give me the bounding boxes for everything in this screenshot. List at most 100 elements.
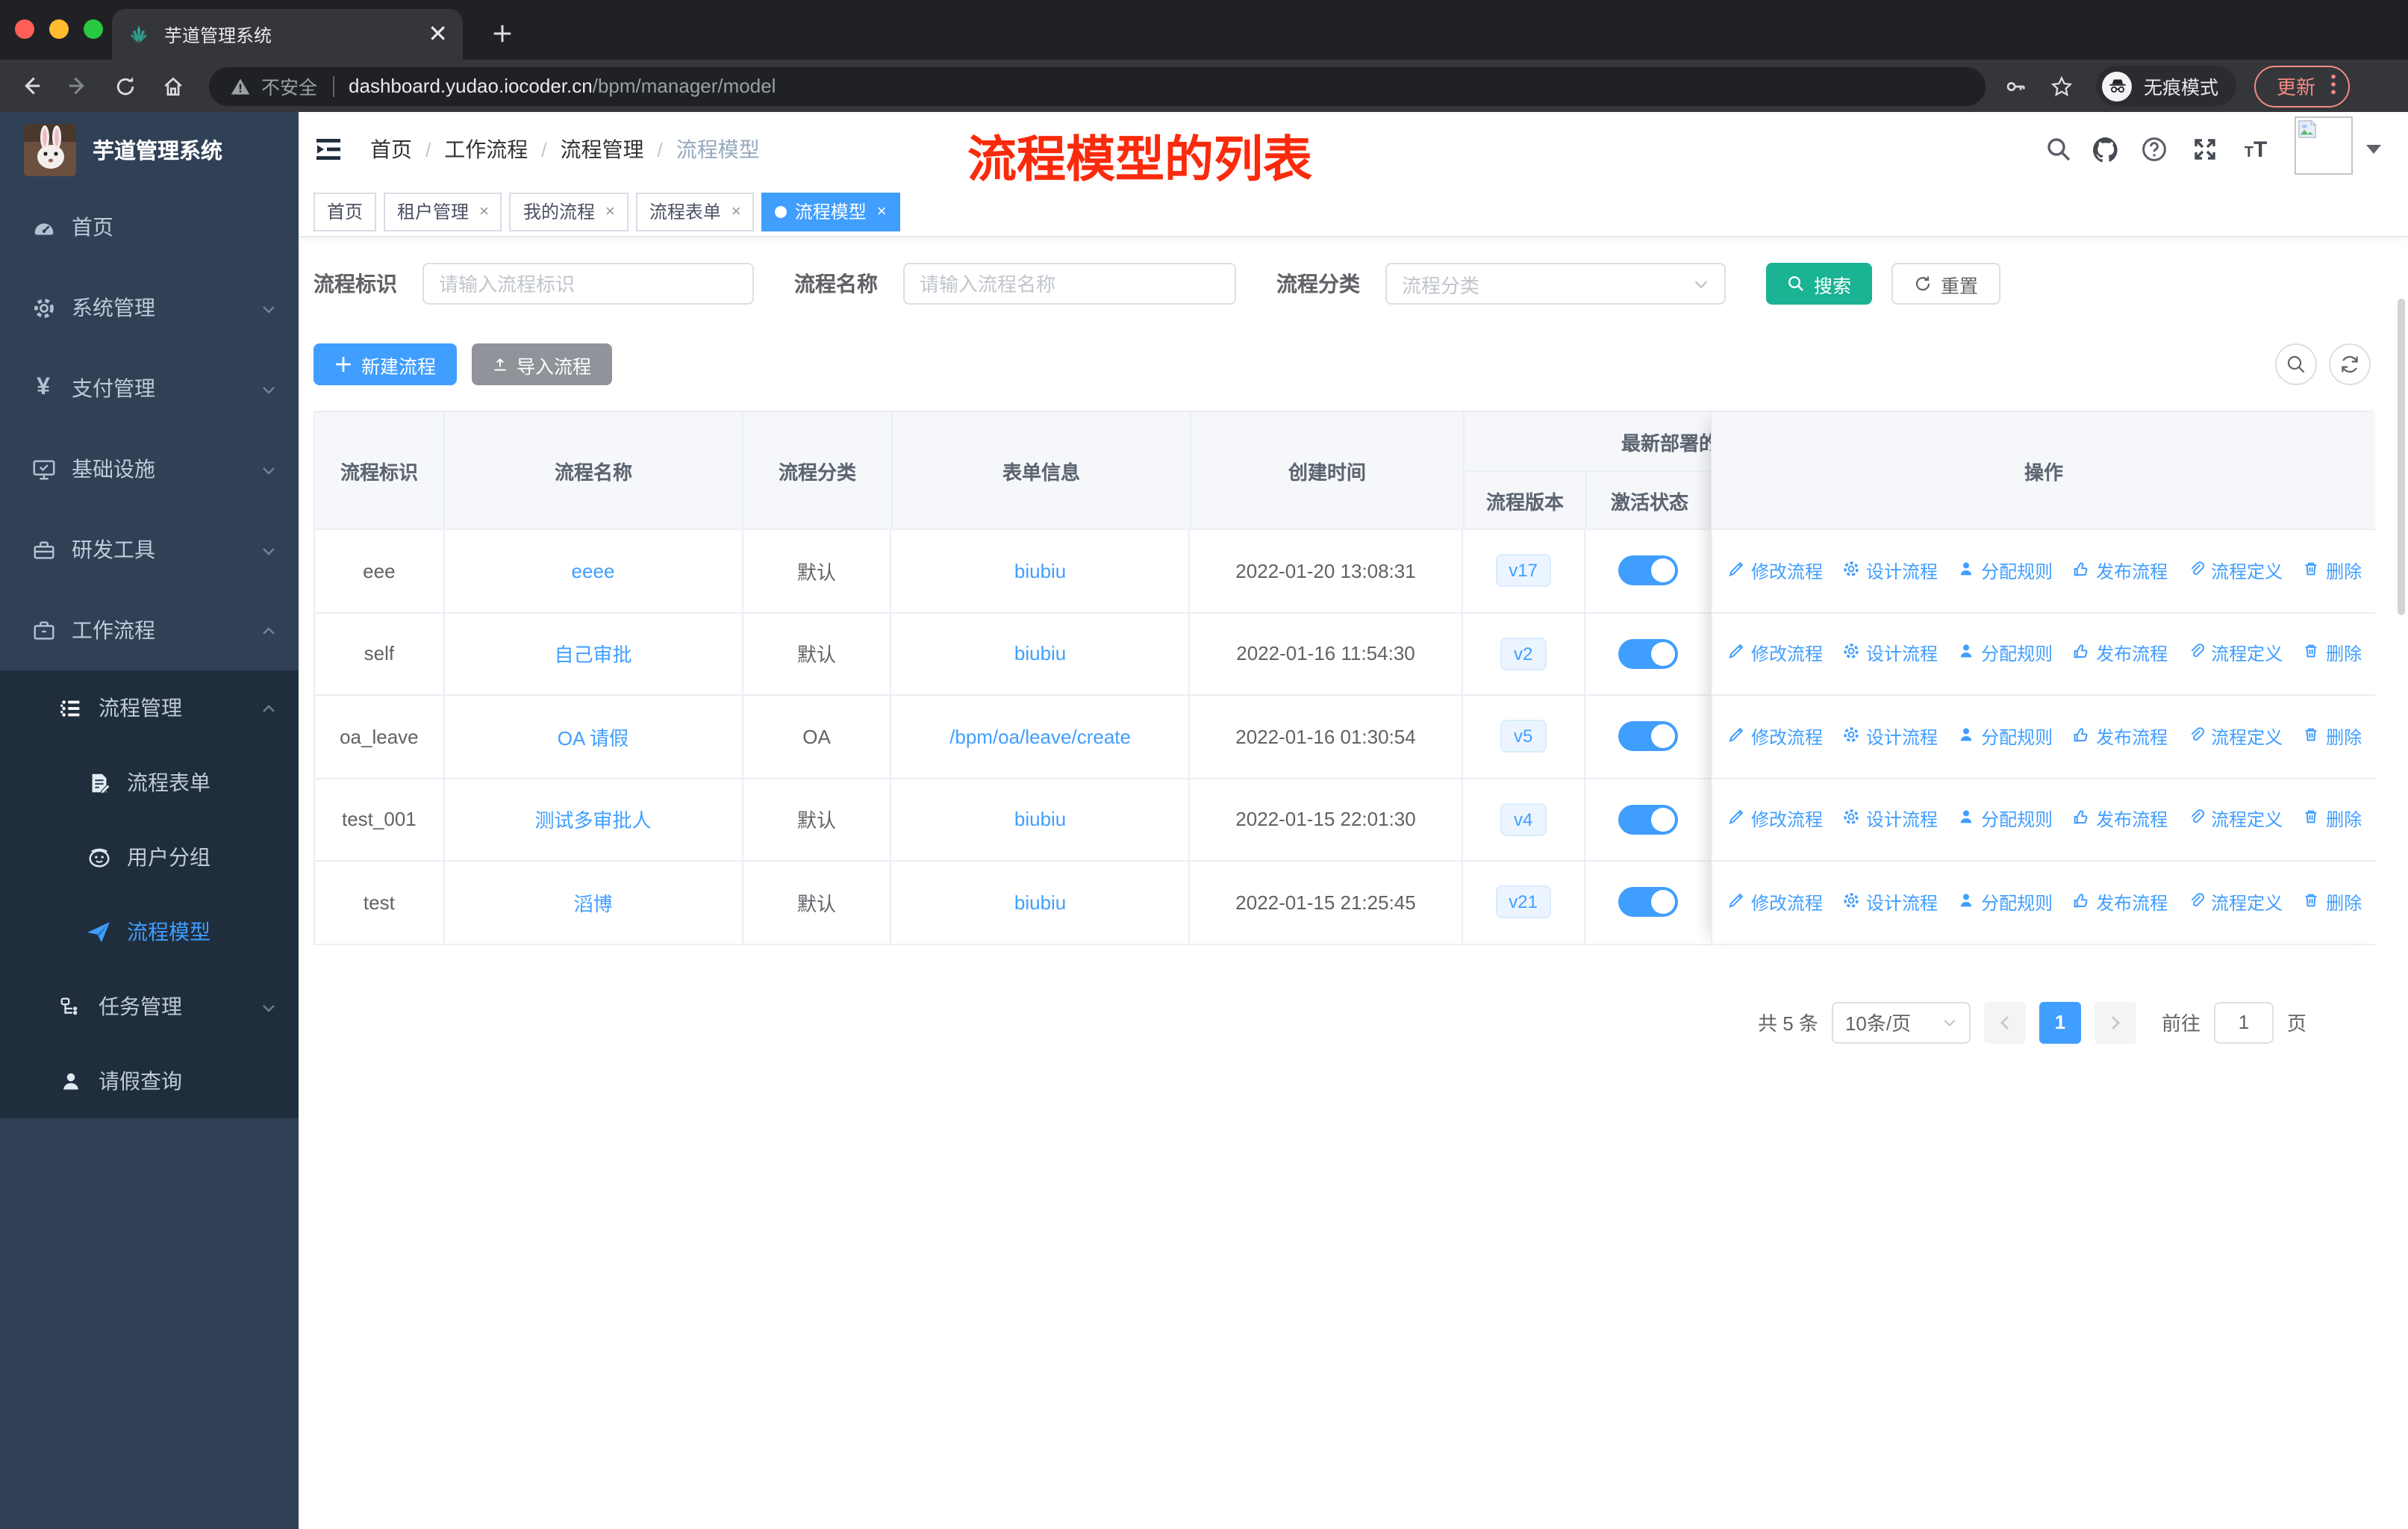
action-delete-trash-link[interactable]: 删除 <box>2302 807 2362 832</box>
refresh-table-button[interactable] <box>2329 343 2371 385</box>
action-assign-user-link[interactable]: 分配规则 <box>1957 890 2053 915</box>
minimize-window-button[interactable] <box>49 19 69 39</box>
action-definition-clip-link[interactable]: 流程定义 <box>2187 558 2283 584</box>
bookmark-star-icon[interactable] <box>2045 69 2078 102</box>
active-toggle[interactable] <box>1618 638 1678 669</box>
action-publish-link[interactable]: 发布流程 <box>2072 558 2168 584</box>
tag-close-icon[interactable]: × <box>877 202 887 220</box>
action-publish-link[interactable]: 发布流程 <box>2072 724 2168 750</box>
sidebar-item[interactable]: 流程管理 <box>0 670 299 745</box>
action-definition-clip-link[interactable]: 流程定义 <box>2187 807 2283 832</box>
form-link[interactable]: biubiu <box>1014 891 1066 914</box>
page-tag[interactable]: 首页 <box>314 192 377 231</box>
reset-button[interactable]: 重置 <box>1891 263 2001 305</box>
breadcrumb-item[interactable]: 工作流程 <box>444 134 528 164</box>
version-badge[interactable]: v21 <box>1495 885 1551 919</box>
sidebar-item[interactable]: 首页 <box>0 187 299 267</box>
action-design-gear-link[interactable]: 设计流程 <box>1842 890 1938 915</box>
sidebar-item[interactable]: 工作流程 <box>0 590 299 670</box>
version-badge[interactable]: v2 <box>1500 637 1547 670</box>
fullscreen-icon[interactable] <box>2190 134 2220 164</box>
tag-close-icon[interactable]: × <box>479 202 489 220</box>
prev-page-button[interactable] <box>1983 1001 2026 1043</box>
action-definition-clip-link[interactable]: 流程定义 <box>2187 641 2283 667</box>
tab-close-icon[interactable]: ✕ <box>428 19 448 49</box>
action-design-gear-link[interactable]: 设计流程 <box>1842 807 1938 832</box>
breadcrumb-item[interactable]: 流程管理 <box>561 134 644 164</box>
active-toggle[interactable] <box>1618 887 1678 918</box>
reload-button[interactable] <box>107 68 143 104</box>
page-tag[interactable]: 租户管理 × <box>384 192 502 231</box>
filter-name-input[interactable] <box>903 263 1236 305</box>
action-publish-link[interactable]: 发布流程 <box>2072 890 2168 915</box>
action-assign-user-link[interactable]: 分配规则 <box>1957 807 2053 832</box>
action-edit-link[interactable]: 修改流程 <box>1727 807 1823 832</box>
action-assign-user-link[interactable]: 分配规则 <box>1957 641 2053 667</box>
search-button[interactable]: 搜索 <box>1766 263 1873 305</box>
goto-page-input[interactable] <box>2213 1001 2274 1043</box>
name-link[interactable]: OA 请假 <box>558 723 628 751</box>
action-assign-user-link[interactable]: 分配规则 <box>1957 558 2053 584</box>
action-delete-trash-link[interactable]: 删除 <box>2302 641 2362 667</box>
sidebar-item[interactable]: 研发工具 <box>0 509 299 590</box>
tag-close-icon[interactable]: × <box>605 202 615 220</box>
new-tab-button[interactable] <box>481 12 523 54</box>
import-process-button[interactable]: 导入流程 <box>472 343 612 385</box>
browser-tab[interactable]: 芋道管理系统 ✕ <box>112 9 463 60</box>
tag-close-icon[interactable]: × <box>732 202 741 220</box>
page-size-select[interactable]: 10条/页 <box>1831 1001 1971 1043</box>
home-button[interactable] <box>155 68 191 104</box>
sidebar-logo[interactable]: 芋道管理系统 <box>0 112 299 187</box>
show-search-toggle-button[interactable] <box>2275 343 2317 385</box>
sidebar-item[interactable]: 流程模型 <box>0 894 299 969</box>
action-delete-trash-link[interactable]: 删除 <box>2302 558 2362 584</box>
active-toggle[interactable] <box>1618 804 1678 835</box>
page-number-button[interactable]: 1 <box>2039 1001 2081 1043</box>
breadcrumb-item[interactable]: 首页 <box>370 134 412 164</box>
sidebar-item[interactable]: 任务管理 <box>0 969 299 1044</box>
address-bar[interactable]: 不安全 dashboard.yudao.iocoder.cn/bpm/manag… <box>209 66 1986 105</box>
action-edit-link[interactable]: 修改流程 <box>1727 558 1823 584</box>
action-edit-link[interactable]: 修改流程 <box>1727 641 1823 667</box>
name-link[interactable]: 滔博 <box>573 888 612 917</box>
action-design-gear-link[interactable]: 设计流程 <box>1842 724 1938 750</box>
sidebar-item[interactable]: 用户分组 <box>0 820 299 894</box>
page-tag[interactable]: 流程模型 × <box>761 192 900 231</box>
sidebar-item[interactable]: 请假查询 <box>0 1044 299 1118</box>
sidebar-item[interactable]: ¥ 支付管理 <box>0 348 299 429</box>
github-icon[interactable] <box>2090 134 2120 164</box>
page-tag[interactable]: 我的流程 × <box>509 192 628 231</box>
action-delete-trash-link[interactable]: 删除 <box>2302 890 2362 915</box>
collapse-sidebar-icon[interactable] <box>314 134 343 164</box>
action-design-gear-link[interactable]: 设计流程 <box>1842 641 1938 667</box>
form-link[interactable]: /bpm/oa/leave/create <box>949 726 1131 748</box>
action-definition-clip-link[interactable]: 流程定义 <box>2187 724 2283 750</box>
page-scrollbar[interactable] <box>2398 299 2405 615</box>
zoom-window-button[interactable] <box>84 19 103 39</box>
action-edit-link[interactable]: 修改流程 <box>1727 724 1823 750</box>
help-icon[interactable] <box>2139 134 2169 164</box>
sidebar-item[interactable]: 流程表单 <box>0 745 299 820</box>
filter-category-select[interactable]: 流程分类 <box>1385 263 1726 305</box>
version-badge[interactable]: v17 <box>1495 554 1551 588</box>
action-definition-clip-link[interactable]: 流程定义 <box>2187 890 2283 915</box>
font-size-icon[interactable]: TT <box>2241 134 2271 164</box>
back-button[interactable] <box>12 68 48 104</box>
page-tag[interactable]: 流程表单 × <box>635 192 755 231</box>
active-toggle[interactable] <box>1618 555 1678 586</box>
form-link[interactable]: biubiu <box>1014 560 1066 582</box>
action-delete-trash-link[interactable]: 删除 <box>2302 724 2362 750</box>
create-process-button[interactable]: 新建流程 <box>314 343 457 385</box>
action-edit-link[interactable]: 修改流程 <box>1727 890 1823 915</box>
next-page-button[interactable] <box>2094 1001 2136 1043</box>
action-publish-link[interactable]: 发布流程 <box>2072 641 2168 667</box>
user-avatar[interactable] <box>2295 116 2353 175</box>
action-assign-user-link[interactable]: 分配规则 <box>1957 724 2053 750</box>
sidebar-item[interactable]: 系统管理 <box>0 267 299 348</box>
password-key-icon[interactable] <box>1999 69 2032 102</box>
sidebar-item[interactable]: 基础设施 <box>0 429 299 509</box>
form-link[interactable]: biubiu <box>1014 643 1066 665</box>
name-link[interactable]: 自己审批 <box>554 640 631 668</box>
avatar-caret-icon[interactable] <box>2366 145 2381 154</box>
filter-key-input[interactable] <box>422 263 754 305</box>
